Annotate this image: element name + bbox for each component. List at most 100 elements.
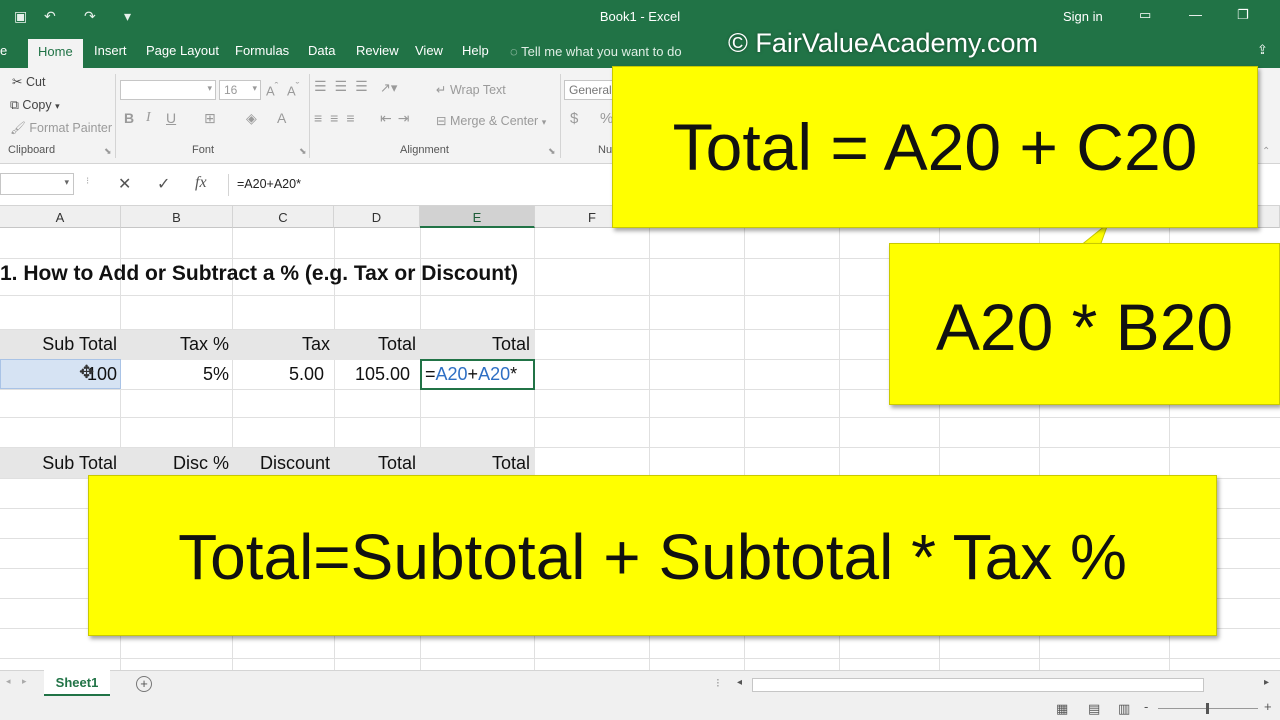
- sign-in-link[interactable]: Sign in: [1063, 9, 1103, 24]
- merge-center-label: Merge & Center: [449, 114, 539, 128]
- tab-page-layout[interactable]: Page Layout: [146, 43, 219, 58]
- cancel-button[interactable]: ✕: [118, 174, 131, 194]
- currency-button[interactable]: $: [570, 110, 578, 127]
- table1-header-subtotal[interactable]: Sub Total: [0, 334, 117, 355]
- formula-bar-grip-icon: ⁝: [86, 176, 90, 187]
- fill-color-icon[interactable]: ◈: [246, 110, 257, 127]
- table1-header-tax-pct[interactable]: Tax %: [121, 334, 229, 355]
- wrap-text-button[interactable]: ↵ Wrap Text: [436, 82, 506, 97]
- underline-button[interactable]: U: [166, 110, 176, 126]
- cell-edit-formula[interactable]: =A20+A20*: [425, 364, 517, 385]
- horizontal-scrollbar[interactable]: [752, 678, 1204, 692]
- tab-review[interactable]: Review: [356, 43, 399, 58]
- table1-header-total-2[interactable]: Total: [420, 334, 530, 355]
- tab-insert[interactable]: Insert: [94, 43, 127, 58]
- callout-top: Total = A20 + C20: [612, 66, 1258, 228]
- chevron-down-icon: ▾: [64, 177, 69, 187]
- tab-home[interactable]: Home: [28, 39, 83, 68]
- font-launcher-icon[interactable]: ⬊: [299, 146, 307, 157]
- lightbulb-icon: ◌: [510, 44, 518, 59]
- font-size-combo[interactable]: 16 ▾: [219, 80, 261, 100]
- share-icon[interactable]: ⇪: [1257, 42, 1268, 58]
- callout-middle-text: A20 * B20: [935, 290, 1234, 364]
- table1-header-tax[interactable]: Tax: [233, 334, 330, 355]
- scroll-left-icon[interactable]: ◂: [737, 677, 742, 688]
- cell-tax-pct[interactable]: 5%: [121, 364, 229, 385]
- tab-data[interactable]: Data: [308, 43, 335, 58]
- move-cursor-icon: ✥: [79, 362, 95, 382]
- decrease-font-icon[interactable]: Aˇ: [287, 81, 299, 98]
- column-header-d[interactable]: D: [334, 206, 420, 228]
- copy-button[interactable]: ⧉ Copy ▾: [10, 98, 60, 113]
- number-group-label: Nu: [598, 144, 613, 156]
- watermark-text: © FairValueAcademy.com: [728, 28, 1038, 58]
- splitter-grip-icon[interactable]: ⁝: [716, 676, 720, 690]
- clipboard-launcher-icon[interactable]: ⬊: [104, 146, 112, 157]
- scroll-sheets-left-icon[interactable]: ◂: [6, 676, 11, 687]
- ribbon-display-options-icon[interactable]: ▭: [1139, 7, 1151, 23]
- collapse-ribbon-icon[interactable]: ⌃: [1262, 146, 1270, 157]
- indent-icons[interactable]: ⇤⇥: [380, 110, 415, 127]
- vertical-align-icons[interactable]: ☰☰☰: [314, 78, 376, 95]
- bold-button[interactable]: B: [124, 110, 134, 126]
- group-divider: [309, 74, 310, 158]
- normal-view-icon[interactable]: ▦: [1056, 701, 1068, 717]
- font-name-combo[interactable]: ▾: [120, 80, 216, 100]
- format-painter-button[interactable]: 🖌 Format Painter: [10, 121, 112, 136]
- table2-header-subtotal[interactable]: Sub Total: [0, 453, 117, 474]
- tab-file[interactable]: e: [0, 43, 7, 58]
- name-box[interactable]: ▾: [0, 173, 74, 195]
- cell-tax[interactable]: 5.00: [233, 364, 324, 385]
- formula-ref-a20: A20: [435, 364, 468, 384]
- zoom-out-icon[interactable]: -: [1144, 699, 1148, 714]
- restore-icon[interactable]: ❐: [1237, 7, 1249, 23]
- column-header-c[interactable]: C: [233, 206, 334, 228]
- font-color-icon[interactable]: A: [277, 110, 286, 126]
- scissors-icon: ✂: [12, 75, 23, 89]
- tab-help[interactable]: Help: [462, 43, 489, 58]
- page-break-view-icon[interactable]: ▥: [1118, 701, 1130, 717]
- italic-button[interactable]: I: [146, 110, 151, 126]
- page-layout-view-icon[interactable]: ▤: [1088, 701, 1100, 717]
- cut-label: Cut: [25, 75, 46, 89]
- cut-button[interactable]: ✂ Cut: [12, 74, 45, 89]
- increase-font-icon[interactable]: Aˆ: [266, 81, 278, 98]
- section-heading: 1. How to Add or Subtract a % (e.g. Tax …: [0, 262, 519, 285]
- column-header-e[interactable]: E: [420, 206, 535, 228]
- column-header-b[interactable]: B: [121, 206, 233, 228]
- formula-star: *: [510, 364, 518, 384]
- zoom-slider-thumb[interactable]: [1206, 703, 1209, 714]
- sheet-tab-sheet1[interactable]: Sheet1: [44, 670, 110, 696]
- column-header-a[interactable]: A: [0, 206, 121, 228]
- tell-me-search[interactable]: ◌ Tell me what you want to do: [510, 44, 682, 59]
- alignment-launcher-icon[interactable]: ⬊: [548, 146, 556, 157]
- gridline: [0, 658, 1280, 659]
- table2-header-discount[interactable]: Discount: [233, 453, 330, 474]
- merge-center-button[interactable]: ⊟ Merge & Center ▾: [436, 113, 546, 128]
- horizontal-align-icons[interactable]: ≡≡≡: [314, 110, 363, 126]
- chevron-down-icon: ▾: [207, 83, 212, 93]
- zoom-in-icon[interactable]: +: [1264, 699, 1272, 714]
- table1-header-total[interactable]: Total: [334, 334, 416, 355]
- orientation-icon[interactable]: ↗▾: [380, 80, 397, 96]
- formula-input[interactable]: =A20+A20*: [228, 174, 628, 196]
- status-bar: ▦ ▤ ▥ - +: [0, 698, 1280, 720]
- minimize-icon[interactable]: —: [1189, 7, 1202, 22]
- font-size-value: 16: [224, 83, 238, 97]
- enter-button[interactable]: ✓: [157, 174, 170, 194]
- table2-header-total[interactable]: Total: [334, 453, 416, 474]
- insert-function-button[interactable]: fx: [195, 174, 207, 192]
- tab-formulas[interactable]: Formulas: [235, 43, 289, 58]
- scroll-right-icon[interactable]: ▸: [1264, 677, 1269, 688]
- cell-total[interactable]: 105.00: [334, 364, 410, 385]
- add-sheet-button[interactable]: +: [136, 676, 152, 692]
- alignment-group-label: Alignment: [400, 144, 449, 156]
- table2-header-disc-pct[interactable]: Disc %: [121, 453, 229, 474]
- callout-top-text: Total = A20 + C20: [672, 110, 1198, 184]
- scroll-sheets-right-icon[interactable]: ▸: [22, 676, 27, 687]
- tab-view[interactable]: View: [415, 43, 443, 58]
- cell-subtotal[interactable]: 100: [0, 364, 117, 385]
- table2-header-total-2[interactable]: Total: [420, 453, 530, 474]
- borders-icon[interactable]: ⊞: [204, 110, 216, 127]
- clipboard-group-label: Clipboard: [8, 144, 56, 156]
